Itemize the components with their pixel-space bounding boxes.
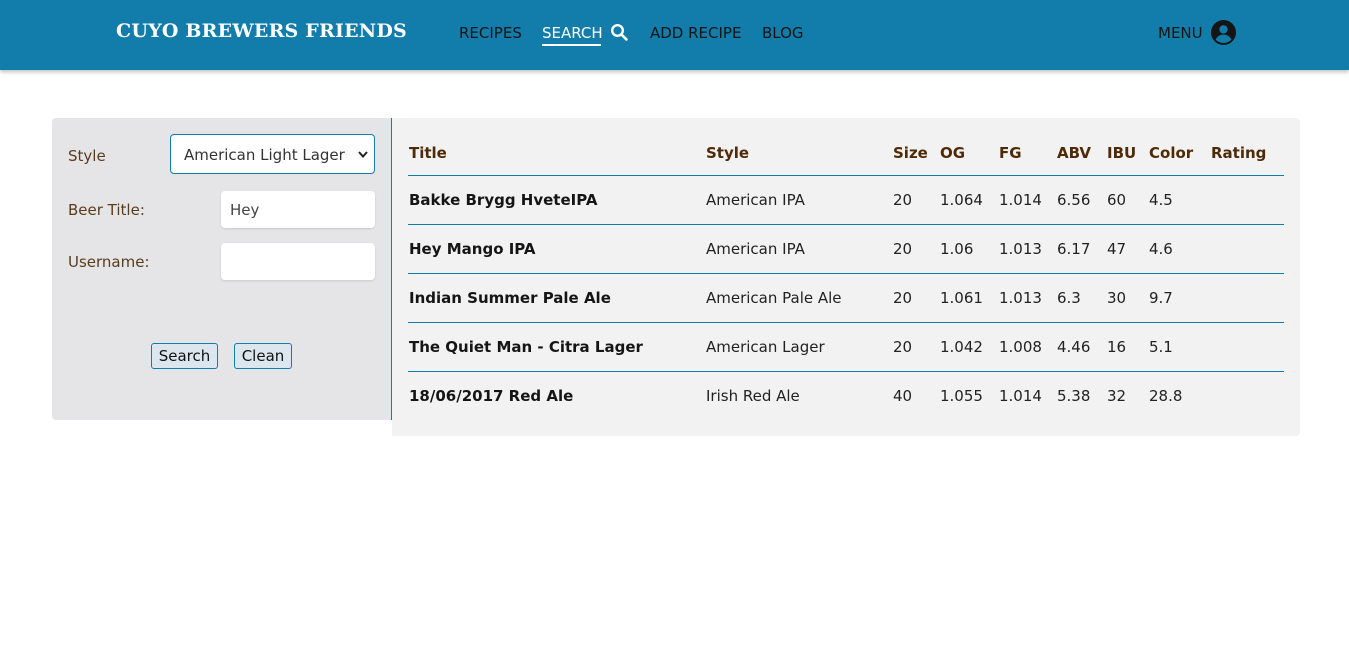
fg-cell: 1.008 [998,322,1056,372]
og-cell: 1.042 [939,322,998,372]
fg-cell: 1.014 [999,387,1042,405]
og-cell: 1.06 [939,224,998,274]
col-header-style[interactable]: Style [705,131,892,176]
ibu-cell: 30 [1106,273,1148,323]
col-header-abv[interactable]: ABV [1056,131,1106,176]
col-header-rating[interactable]: Rating [1210,131,1284,176]
col-header-title[interactable]: Title [408,131,705,176]
beer-title-label: Beer Title: [68,201,145,219]
style-select-value: American Light Lager [184,146,345,164]
search-filter-panel: Style American Light Lager Beer Title: U… [52,118,392,420]
abv-cell: 6.17 [1056,224,1106,274]
abv-cell: 6.3 [1056,273,1106,323]
clean-button[interactable]: Clean [234,343,292,369]
color-cell: 9.7 [1148,273,1210,323]
style-cell: American IPA [705,224,892,274]
username-input[interactable] [221,243,375,280]
recipe-title-cell[interactable]: Hey Mango IPA [408,224,705,274]
color-cell: 4.6 [1148,224,1210,274]
top-navbar: CUYO BREWERS FRIENDS RECIPES SEARCH ADD … [0,0,1349,70]
style-cell: American Pale Ale [705,273,892,323]
nav-recipes[interactable]: RECIPES [459,24,522,42]
results-panel: Title Style Size OG FG ABV IBU Color Rat… [392,118,1300,436]
size-cell: 20 [892,322,939,372]
abv-cell: 6.56 [1056,175,1106,225]
user-account-icon[interactable] [1211,20,1236,45]
style-cell: Irish Red Ale [706,387,800,405]
rating-cell [1210,273,1284,323]
color-cell: 4.5 [1148,175,1210,225]
rating-cell [1210,175,1284,225]
nav-blog[interactable]: BLOG [762,24,804,42]
size-cell: 20 [892,273,939,323]
recipe-title-cell[interactable]: Bakke Brygg HveteIPA [408,175,705,225]
ibu-cell: 32 [1107,387,1127,405]
col-header-size[interactable]: Size [892,131,939,176]
og-cell: 1.055 [940,387,983,405]
username-label: Username: [68,253,150,271]
table-row[interactable]: Hey Mango IPA American IPA 20 1.06 1.013… [408,224,1284,274]
table-header-row: Title Style Size OG FG ABV IBU Color Rat… [408,131,1284,176]
recipe-title-cell[interactable]: 18/06/2017 Red Ale [408,372,705,421]
size-cell: 40 [893,387,913,405]
col-header-color[interactable]: Color [1148,131,1210,176]
rating-cell [1210,372,1284,421]
color-cell: 28.8 [1149,387,1183,405]
style-cell: American IPA [705,175,892,225]
nav-search-label: SEARCH [542,24,603,42]
nav-search[interactable]: SEARCH [542,24,603,46]
fg-cell: 1.013 [998,273,1056,323]
chevron-down-icon [358,151,368,159]
fg-cell: 1.013 [998,224,1056,274]
abv-cell: 4.46 [1056,322,1106,372]
recipe-title-cell[interactable]: Indian Summer Pale Ale [408,273,705,323]
nav-menu[interactable]: MENU [1158,24,1203,42]
color-cell: 5.1 [1148,322,1210,372]
search-icon[interactable] [610,23,628,41]
table-row[interactable]: Bakke Brygg HveteIPA American IPA 20 1.0… [408,175,1284,225]
beer-title-input[interactable] [221,191,375,228]
style-cell: American Lager [705,322,892,372]
size-cell: 20 [892,175,939,225]
recipe-title-cell[interactable]: The Quiet Man - Citra Lager [408,322,705,372]
fg-cell: 1.014 [998,175,1056,225]
size-cell: 20 [892,224,939,274]
og-cell: 1.064 [939,175,998,225]
table-row[interactable]: The Quiet Man - Citra Lager American Lag… [408,322,1284,372]
rating-cell [1210,322,1284,372]
og-cell: 1.061 [939,273,998,323]
ibu-cell: 16 [1106,322,1148,372]
active-nav-underline [542,44,601,46]
ibu-cell: 60 [1106,175,1148,225]
style-label: Style [68,147,106,165]
brand-logo-text[interactable]: CUYO BREWERS FRIENDS [116,20,407,42]
col-header-ibu[interactable]: IBU [1106,131,1148,176]
abv-cell: 5.38 [1057,387,1091,405]
col-header-fg[interactable]: FG [998,131,1056,176]
table-row[interactable]: 18/06/2017 Red Ale Irish Red Ale 40 1.05… [408,372,1284,421]
nav-add-recipe[interactable]: ADD RECIPE [650,24,741,42]
table-row[interactable]: Indian Summer Pale Ale American Pale Ale… [408,273,1284,323]
rating-cell [1210,224,1284,274]
search-button[interactable]: Search [151,343,218,369]
col-header-og[interactable]: OG [939,131,998,176]
ibu-cell: 47 [1106,224,1148,274]
results-table: Title Style Size OG FG ABV IBU Color Rat… [408,131,1284,420]
style-select[interactable]: American Light Lager [170,134,375,174]
